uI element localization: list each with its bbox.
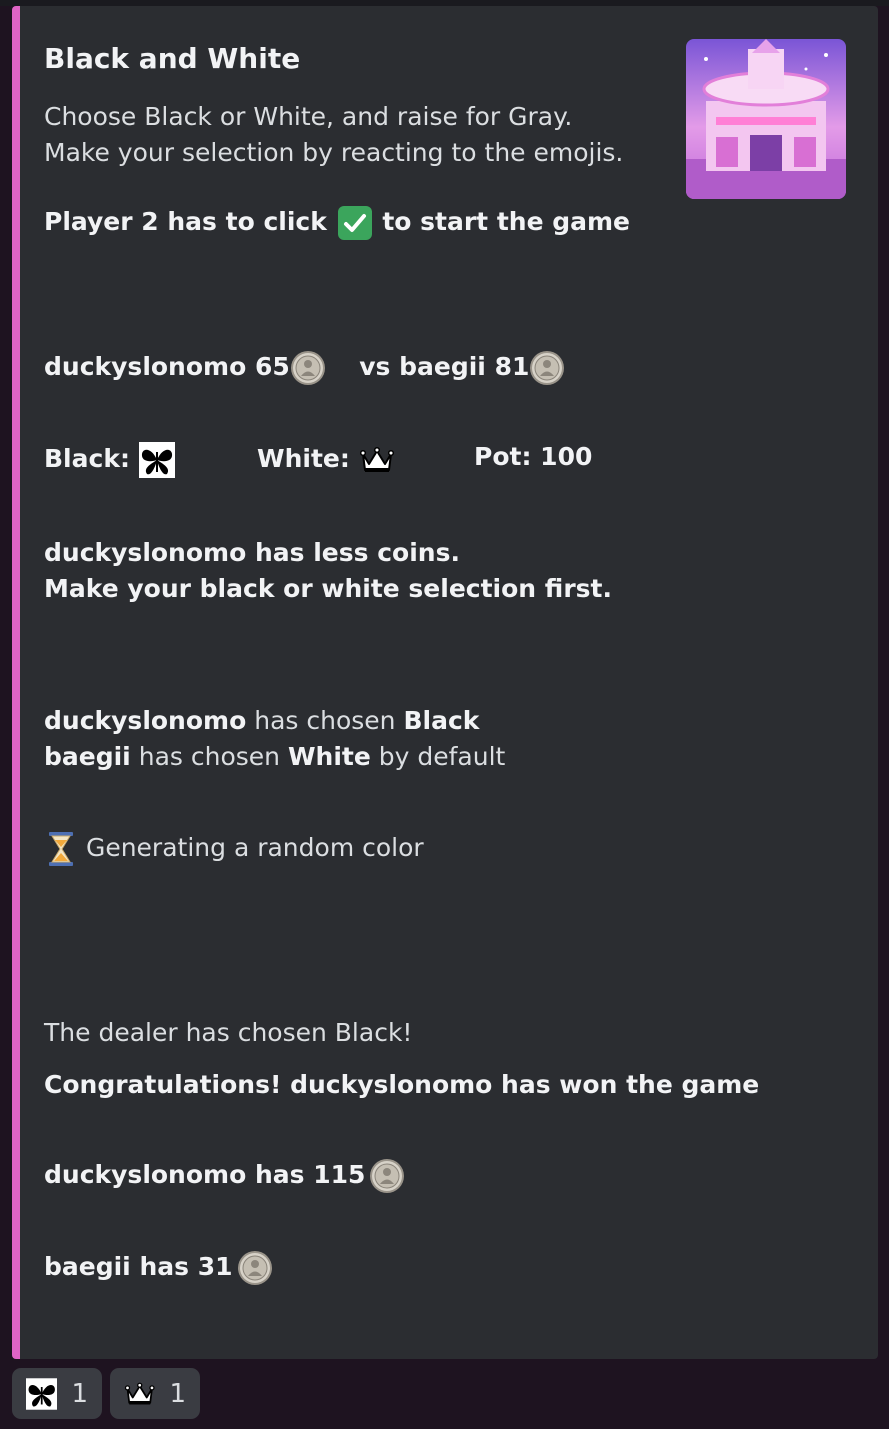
reaction-count: 1 xyxy=(71,1378,88,1409)
start-suffix: to start the game xyxy=(382,207,631,236)
generating-text: Generating a random color xyxy=(85,833,424,862)
choice2-color: White xyxy=(287,742,371,771)
player1-name: duckyslonomo xyxy=(44,352,247,381)
hourglass-icon xyxy=(49,832,73,866)
embed-accent-bar xyxy=(12,6,20,1359)
coin-icon xyxy=(529,350,565,386)
choice2-suffix: by default xyxy=(378,742,506,771)
player1-coins: 65 xyxy=(254,352,290,381)
choice-line-1: duckyslonomo has chosen Black xyxy=(44,706,479,735)
reaction-crown[interactable]: 1 xyxy=(110,1368,200,1419)
butterfly-icon xyxy=(26,1377,57,1411)
final-balance-2: baegii has 31 xyxy=(44,1250,273,1286)
player2-name: baegii xyxy=(399,352,486,381)
pot-info: Pot: 100 xyxy=(474,442,592,471)
check-mark-button-icon xyxy=(337,206,372,240)
final-balance-2-text: baegii has 31 xyxy=(44,1252,233,1281)
coin-icon xyxy=(290,350,326,386)
choice2-text: has chosen xyxy=(138,742,280,771)
final-balance-1-text: duckyslonomo has 115 xyxy=(44,1160,366,1189)
casino-thumbnail[interactable] xyxy=(686,39,846,199)
less-coins-line-1: duckyslonomo has less coins. xyxy=(44,538,460,567)
players-line: duckyslonomo 65 vs baegii 81 xyxy=(44,350,565,386)
description-line-1: Choose Black or White, and raise for Gra… xyxy=(44,102,573,131)
coin-icon xyxy=(369,1158,405,1194)
coin-icon xyxy=(237,1250,273,1286)
description-line-2: Make your selection by reacting to the e… xyxy=(44,138,624,167)
choice1-text: has chosen xyxy=(254,706,396,735)
reaction-butterfly[interactable]: 1 xyxy=(12,1368,102,1419)
crown-icon xyxy=(124,1377,155,1411)
choice-line-2: baegii has chosen White by default xyxy=(44,742,505,771)
less-coins-line-2: Make your black or white selection first… xyxy=(44,574,612,603)
crown-icon xyxy=(359,442,395,478)
game-embed: Black and White Choose Black or White, a… xyxy=(12,6,878,1359)
start-prefix: Player 2 has to click xyxy=(44,207,327,236)
choice1-player: duckyslonomo xyxy=(44,706,247,735)
final-balance-1: duckyslonomo has 115 xyxy=(44,1158,405,1194)
dealer-result: The dealer has chosen Black! xyxy=(44,1018,413,1047)
choice1-color: Black xyxy=(403,706,480,735)
white-label: White: xyxy=(257,444,350,473)
start-instruction: Player 2 has to click to start the game xyxy=(44,206,630,240)
vs-label: vs xyxy=(359,352,391,381)
pot-label: Pot: xyxy=(474,442,532,471)
black-label: Black: xyxy=(44,444,130,473)
black-choice: Black: xyxy=(44,442,175,478)
reaction-count: 1 xyxy=(169,1378,186,1409)
white-choice: White: xyxy=(257,442,395,478)
embed-title: Black and White xyxy=(44,42,301,75)
choice2-player: baegii xyxy=(44,742,131,771)
butterfly-icon xyxy=(139,442,175,478)
player2-coins: 81 xyxy=(494,352,530,381)
congrats-message: Congratulations! duckyslonomo has won th… xyxy=(44,1070,760,1099)
pot-value: 100 xyxy=(540,442,593,471)
generating-line: Generating a random color xyxy=(44,831,424,867)
